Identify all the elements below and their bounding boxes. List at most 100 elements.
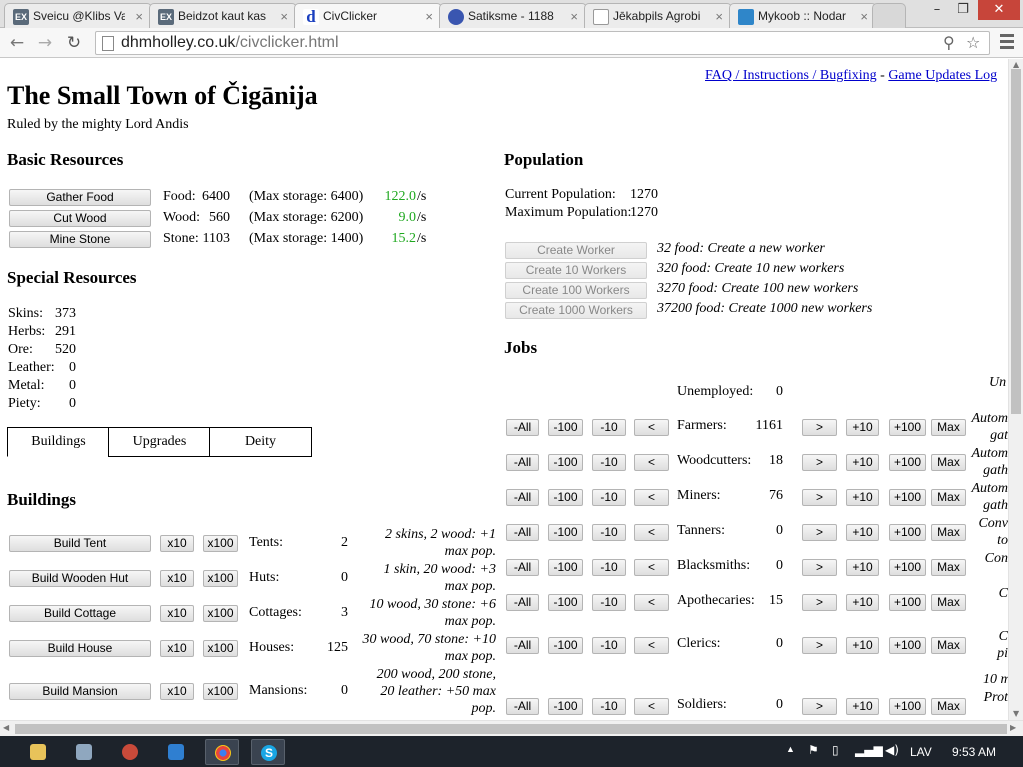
woodcutters-m100-button[interactable]: -100 <box>548 454 583 471</box>
apothecaries-m100-button[interactable]: -100 <box>548 594 583 611</box>
clerics-p100-button[interactable]: +100 <box>889 637 926 654</box>
soldiers-p10-button[interactable]: +10 <box>846 698 879 715</box>
soldiers-max-button[interactable]: Max <box>931 698 966 715</box>
create-worker-button[interactable]: Create Worker <box>505 242 647 259</box>
build-hut-button[interactable]: Build Wooden Hut <box>9 570 151 587</box>
file-explorer-button[interactable] <box>21 739 55 765</box>
miners-p10-button[interactable]: +10 <box>846 489 879 506</box>
bookmark-star-icon[interactable]: ☆ <box>966 33 980 52</box>
clock[interactable]: 9:53 AM <box>952 745 996 759</box>
new-tab-button[interactable] <box>872 3 906 28</box>
back-icon[interactable]: ← <box>6 32 28 54</box>
tanners-all-button[interactable]: -All <box>506 524 539 541</box>
farmers-p1-button[interactable]: > <box>802 419 837 436</box>
miners-p1-button[interactable]: > <box>802 489 837 506</box>
horizontal-scrollbar[interactable]: ◀ ▶ <box>0 720 1023 736</box>
farmers-m1-button[interactable]: < <box>634 419 669 436</box>
woodcutters-m10-button[interactable]: -10 <box>592 454 626 471</box>
tanners-m1-button[interactable]: < <box>634 524 669 541</box>
scroll-right-icon[interactable]: ▶ <box>1010 723 1016 732</box>
mine-stone-button[interactable]: Mine Stone <box>9 231 151 248</box>
miners-p100-button[interactable]: +100 <box>889 489 926 506</box>
browser-tab[interactable]: Mykoob :: Nodar × <box>729 3 877 28</box>
soldiers-m100-button[interactable]: -100 <box>548 698 583 715</box>
tab-close-icon[interactable]: × <box>715 9 723 24</box>
zoom-icon[interactable]: ⚲ <box>943 33 955 52</box>
window-close-icon[interactable]: ✕ <box>978 0 1020 20</box>
scroll-left-icon[interactable]: ◀ <box>3 723 9 732</box>
apothecaries-p1-button[interactable]: > <box>802 594 837 611</box>
apothecaries-max-button[interactable]: Max <box>931 594 966 611</box>
game-button[interactable] <box>113 739 147 765</box>
tanners-m10-button[interactable]: -10 <box>592 524 626 541</box>
cut-wood-button[interactable]: Cut Wood <box>9 210 151 227</box>
soldiers-p1-button[interactable]: > <box>802 698 837 715</box>
tanners-p1-button[interactable]: > <box>802 524 837 541</box>
vertical-scrollbar[interactable]: ▲ ▼ <box>1008 59 1023 720</box>
gather-food-button[interactable]: Gather Food <box>9 189 151 206</box>
network-icon[interactable]: ▂▄▆ <box>855 743 883 757</box>
photos-button[interactable] <box>67 739 101 765</box>
clerics-all-button[interactable]: -All <box>506 637 539 654</box>
miners-max-button[interactable]: Max <box>931 489 966 506</box>
clerics-m100-button[interactable]: -100 <box>548 637 583 654</box>
reload-icon[interactable]: ↻ <box>63 32 85 54</box>
create-1000-workers-button[interactable]: Create 1000 Workers <box>505 302 647 319</box>
woodcutters-m1-button[interactable]: < <box>634 454 669 471</box>
apothecaries-all-button[interactable]: -All <box>506 594 539 611</box>
build-mansion-x10-button[interactable]: x10 <box>160 683 194 700</box>
power-icon[interactable]: ▯ <box>832 743 839 757</box>
tab-close-icon[interactable]: × <box>570 9 578 24</box>
build-cottage-x10-button[interactable]: x10 <box>160 605 194 622</box>
build-tent-x10-button[interactable]: x10 <box>160 535 194 552</box>
build-mansion-x100-button[interactable]: x100 <box>203 683 238 700</box>
flag-icon[interactable]: ⚑ <box>808 743 819 757</box>
build-hut-x100-button[interactable]: x100 <box>203 570 238 587</box>
build-tent-button[interactable]: Build Tent <box>9 535 151 552</box>
scrollbar-thumb[interactable] <box>1011 69 1021 414</box>
blacksmiths-m100-button[interactable]: -100 <box>548 559 583 576</box>
build-house-x10-button[interactable]: x10 <box>160 640 194 657</box>
clerics-p10-button[interactable]: +10 <box>846 637 879 654</box>
address-bar[interactable]: dhmholley.co.uk/civclicker.html ⚲ ☆ <box>95 31 990 55</box>
blacksmiths-all-button[interactable]: -All <box>506 559 539 576</box>
scroll-up-icon[interactable]: ▲ <box>1013 60 1019 69</box>
build-cottage-button[interactable]: Build Cottage <box>9 605 151 622</box>
build-hut-x10-button[interactable]: x10 <box>160 570 194 587</box>
language-indicator[interactable]: LAV <box>910 745 932 759</box>
woodcutters-all-button[interactable]: -All <box>506 454 539 471</box>
farmers-p100-button[interactable]: +100 <box>889 419 926 436</box>
chrome-taskbar-button[interactable] <box>205 739 239 765</box>
farmers-all-button[interactable]: -All <box>506 419 539 436</box>
miners-m100-button[interactable]: -100 <box>548 489 583 506</box>
miners-m10-button[interactable]: -10 <box>592 489 626 506</box>
apothecaries-m10-button[interactable]: -10 <box>592 594 626 611</box>
tab-close-icon[interactable]: × <box>280 9 288 24</box>
tanners-p100-button[interactable]: +100 <box>889 524 926 541</box>
clerics-max-button[interactable]: Max <box>931 637 966 654</box>
updates-link[interactable]: Game Updates Log <box>888 68 997 83</box>
build-house-x100-button[interactable]: x100 <box>203 640 238 657</box>
farmers-max-button[interactable]: Max <box>931 419 966 436</box>
tab-buildings[interactable]: Buildings <box>7 427 110 457</box>
create-100-workers-button[interactable]: Create 100 Workers <box>505 282 647 299</box>
browser-tab[interactable]: EX Sveicu @Klibs Va × <box>4 3 152 28</box>
tab-upgrades[interactable]: Upgrades <box>108 427 211 457</box>
woodcutters-max-button[interactable]: Max <box>931 454 966 471</box>
farmers-m10-button[interactable]: -10 <box>592 419 626 436</box>
scroll-down-icon[interactable]: ▼ <box>1013 709 1019 718</box>
soldiers-m10-button[interactable]: -10 <box>592 698 626 715</box>
blacksmiths-m1-button[interactable]: < <box>634 559 669 576</box>
skype-taskbar-button[interactable]: S <box>251 739 285 765</box>
ie-button[interactable] <box>159 739 193 765</box>
clerics-m10-button[interactable]: -10 <box>592 637 626 654</box>
tanners-p10-button[interactable]: +10 <box>846 524 879 541</box>
blacksmiths-p1-button[interactable]: > <box>802 559 837 576</box>
tray-expand-icon[interactable]: ▲ <box>786 744 795 754</box>
build-tent-x100-button[interactable]: x100 <box>203 535 238 552</box>
maximize-icon[interactable]: ❐ <box>950 0 976 20</box>
soldiers-m1-button[interactable]: < <box>634 698 669 715</box>
farmers-m100-button[interactable]: -100 <box>548 419 583 436</box>
browser-tab[interactable]: Satiksme - 1188 × <box>439 3 587 28</box>
tab-close-icon[interactable]: × <box>135 9 143 24</box>
